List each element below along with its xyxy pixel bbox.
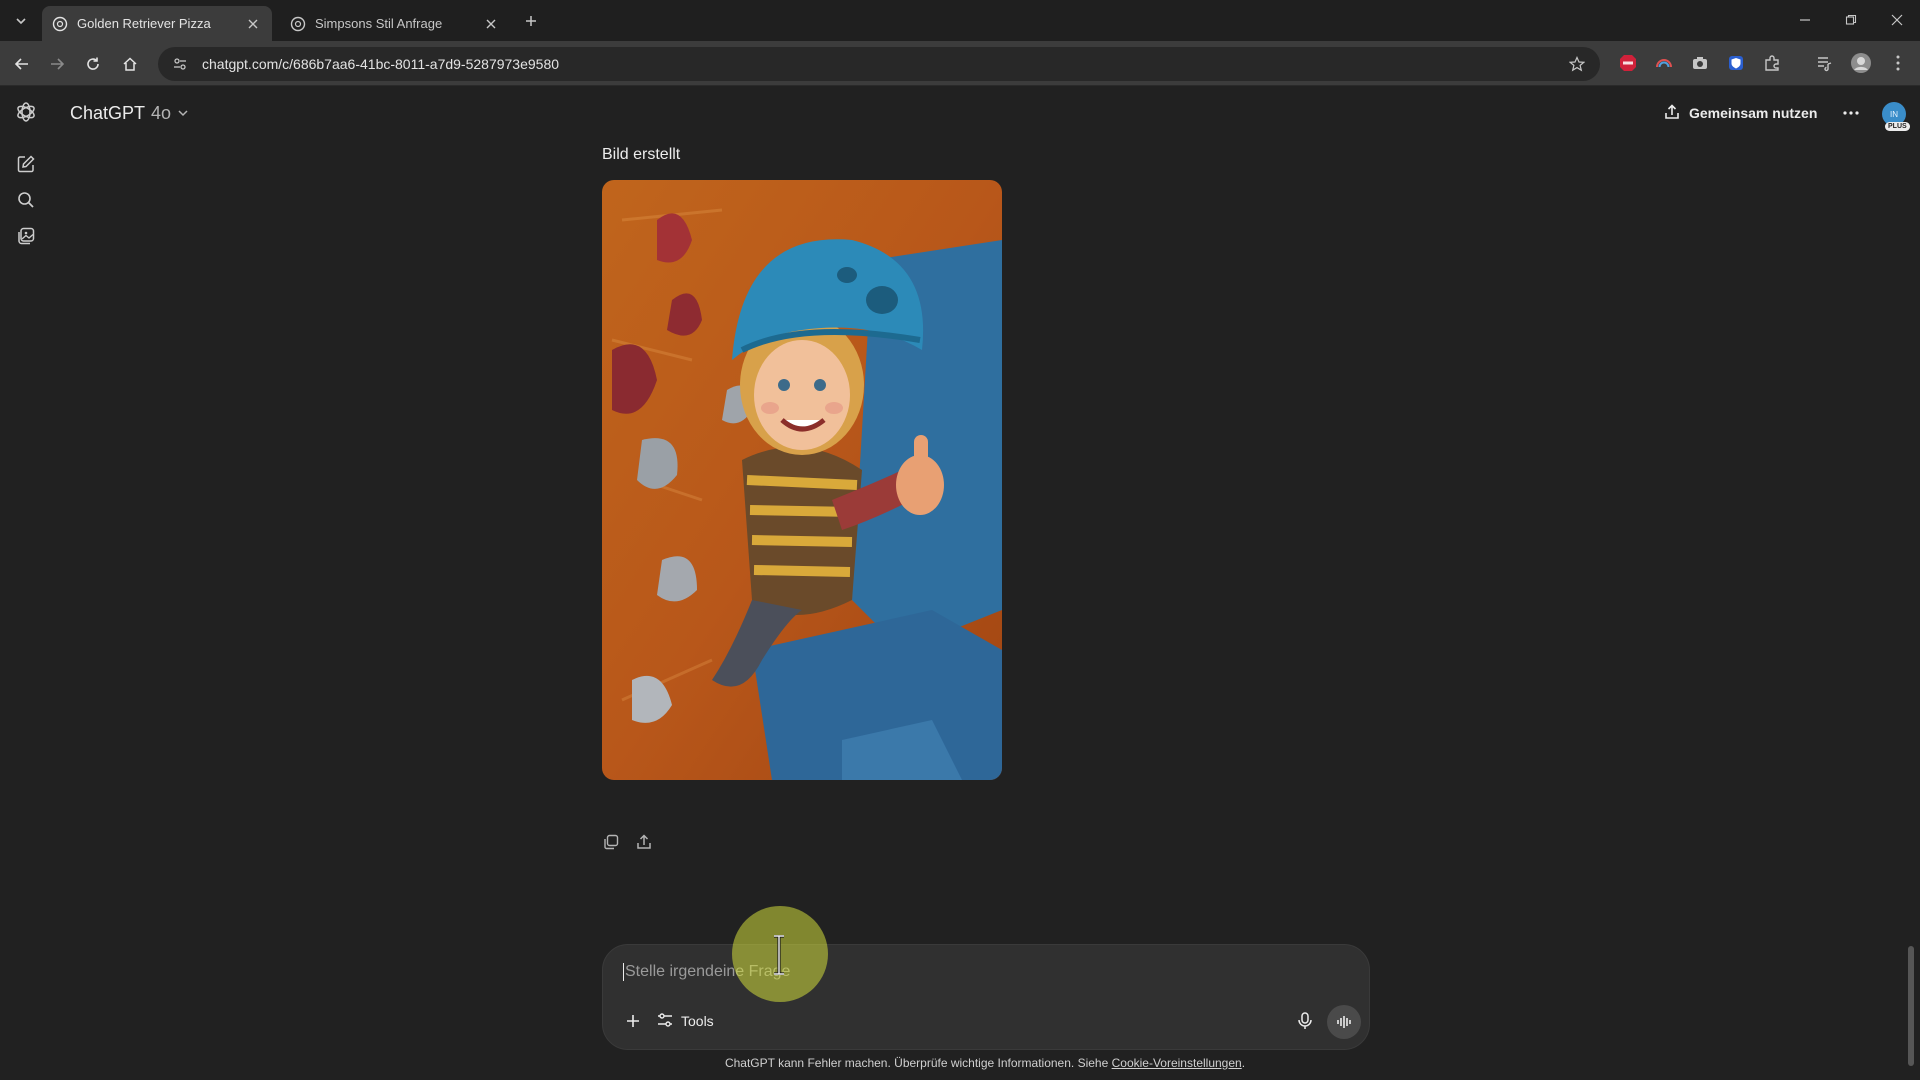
bookmark-star-icon[interactable] xyxy=(1566,53,1588,75)
text-cursor-icon xyxy=(774,935,784,975)
bitwarden-shield-icon[interactable] xyxy=(1725,52,1747,74)
image-caption: Bild erstellt xyxy=(602,146,681,163)
chatgpt-app: ChatGPT 4o Gemeinsam nutzen IN PLUS Bild… xyxy=(0,86,1920,1080)
share-label: Gemeinsam nutzen xyxy=(1689,105,1818,121)
chatgpt-favicon-icon xyxy=(52,16,68,32)
scrollbar-thumb[interactable] xyxy=(1908,946,1914,1066)
rainbow-extension-icon[interactable] xyxy=(1653,52,1675,74)
close-tab-icon[interactable] xyxy=(482,15,500,33)
model-version: 4o xyxy=(151,102,172,123)
reload-icon[interactable] xyxy=(79,50,107,78)
minimize-window-icon[interactable] xyxy=(1782,0,1828,40)
tab-golden-retriever-pizza[interactable]: Golden Retriever Pizza xyxy=(42,6,272,41)
tools-button[interactable]: Tools xyxy=(657,1005,714,1037)
tab-title: Golden Retriever Pizza xyxy=(77,16,211,31)
microphone-icon[interactable] xyxy=(1289,1005,1321,1037)
disclaimer-suffix: . xyxy=(1241,1056,1246,1070)
browser-menu-kebab-icon[interactable] xyxy=(1887,52,1909,74)
openai-logo-icon[interactable] xyxy=(14,100,38,124)
share-button[interactable]: Gemeinsam nutzen xyxy=(1664,98,1817,128)
share-image-icon[interactable] xyxy=(632,830,656,854)
sliders-icon xyxy=(657,1012,673,1031)
copy-icon[interactable] xyxy=(599,830,623,854)
new-chat-icon[interactable] xyxy=(14,152,38,176)
close-tab-icon[interactable] xyxy=(244,15,262,33)
tab-title: Simpsons Stil Anfrage xyxy=(315,16,443,31)
more-options-icon[interactable] xyxy=(1836,98,1866,128)
model-selector[interactable]: ChatGPT 4o xyxy=(62,98,197,128)
tools-label: Tools xyxy=(681,1013,714,1029)
site-settings-icon[interactable] xyxy=(170,54,190,74)
camera-extension-icon[interactable] xyxy=(1689,52,1711,74)
tab-simpsons-stil-anfrage[interactable]: Simpsons Stil Anfrage xyxy=(280,6,510,41)
new-tab-plus-icon[interactable] xyxy=(520,10,542,32)
adblock-extension-icon[interactable] xyxy=(1617,52,1639,74)
cookie-settings-link[interactable]: Cookie-Voreinstellungen xyxy=(1112,1056,1242,1070)
disclaimer-footer: ChatGPT kann Fehler machen. Überprüfe wi… xyxy=(0,1056,1920,1070)
library-images-icon[interactable] xyxy=(14,224,38,248)
plan-badge: PLUS xyxy=(1885,122,1910,131)
restore-window-icon[interactable] xyxy=(1828,0,1874,40)
close-window-icon[interactable] xyxy=(1874,0,1920,40)
tab-search-chevron-icon[interactable] xyxy=(10,10,32,32)
forward-arrow-icon[interactable] xyxy=(43,50,71,78)
url-text: chatgpt.com/c/686b7aa6-41bc-8011-a7d9-52… xyxy=(202,56,560,72)
voice-mode-icon[interactable] xyxy=(1327,1005,1361,1039)
media-queue-icon[interactable] xyxy=(1814,52,1836,74)
disclaimer-text: ChatGPT kann Fehler machen. Überprüfe wi… xyxy=(724,1056,1112,1070)
share-upload-icon xyxy=(1664,103,1680,123)
message-composer: Stelle irgendeine Frage Tools xyxy=(602,944,1370,1050)
chevron-down-icon xyxy=(177,103,189,124)
browser-tab-bar: Golden Retriever Pizza Simpsons Stil Anf… xyxy=(0,0,1920,41)
add-attachment-plus-icon[interactable] xyxy=(617,1005,649,1037)
extensions-puzzle-icon[interactable] xyxy=(1761,52,1783,74)
chatgpt-favicon-icon xyxy=(290,16,306,32)
browser-toolbar: chatgpt.com/c/686b7aa6-41bc-8011-a7d9-52… xyxy=(0,41,1920,86)
address-bar[interactable]: chatgpt.com/c/686b7aa6-41bc-8011-a7d9-52… xyxy=(158,47,1600,81)
profile-avatar-icon[interactable] xyxy=(1850,52,1872,74)
home-icon[interactable] xyxy=(116,50,144,78)
back-arrow-icon[interactable] xyxy=(8,50,36,78)
model-name: ChatGPT xyxy=(70,102,146,123)
generated-image[interactable] xyxy=(602,180,1002,780)
search-icon[interactable] xyxy=(14,188,38,212)
